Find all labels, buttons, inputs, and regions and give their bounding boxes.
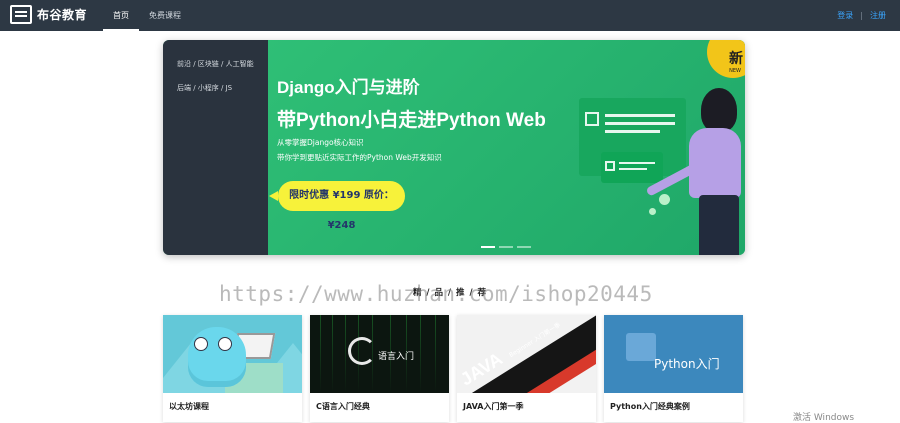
book-icon xyxy=(10,5,32,24)
carousel-indicators xyxy=(481,246,531,248)
thumbnail-text: 语言入门 xyxy=(378,352,415,362)
hero-carousel[interactable]: 前沿 / 区块链 / 人工智能 后端 / 小程序 / JS Django入门与进… xyxy=(163,40,745,255)
decor-dot xyxy=(659,194,670,205)
site-logo[interactable]: 布谷教育 xyxy=(10,5,87,24)
course-thumbnail[interactable]: Python入门 xyxy=(604,315,743,393)
course-thumbnail[interactable]: JAVA Beginner 入门第一季 xyxy=(457,315,596,393)
promo-price-tag: 限时优惠 ¥199 原价：¥248 xyxy=(269,181,405,231)
logo-text: 布谷教育 xyxy=(37,8,88,22)
checkbox-icon xyxy=(585,112,599,126)
decor-dot xyxy=(649,208,656,215)
course-card[interactable]: Python入门 Python入门经典案例 xyxy=(604,315,743,422)
auth-separator: | xyxy=(860,11,863,20)
category-menu-item[interactable]: 后端 / 小程序 / JS xyxy=(163,76,268,100)
course-title[interactable]: JAVA入门第一季 xyxy=(463,401,523,412)
gopher-mascot xyxy=(188,327,246,387)
category-menu-item[interactable]: 前沿 / 区块链 / 人工智能 xyxy=(163,52,268,76)
person-illustration xyxy=(701,88,737,132)
course-title[interactable]: C语言入门经典 xyxy=(316,401,370,412)
course-thumbnail[interactable]: 语言入门 xyxy=(310,315,449,393)
course-title[interactable]: 以太坊课程 xyxy=(169,401,209,412)
register-link[interactable]: 注册 xyxy=(870,0,886,31)
c-letter-icon xyxy=(348,337,376,365)
hero-desc-1: 从零掌握Django核心知识 xyxy=(277,138,364,147)
course-grid: 以太坊课程 语言入门 C语言入门经典 JAVA Beginner 入门第一季 J… xyxy=(163,315,743,422)
course-card[interactable]: 以太坊课程 xyxy=(163,315,302,422)
checkbox-icon xyxy=(605,161,615,171)
course-thumbnail[interactable] xyxy=(163,315,302,393)
nav-item-free-courses[interactable]: 免费课程 xyxy=(139,0,191,31)
new-badge-text: 新 xyxy=(729,51,743,67)
hero-desc-2: 带你学到更贴近实际工作的Python Web开发知识 xyxy=(277,153,442,162)
new-badge-sub: NEW xyxy=(729,68,741,74)
url-watermark: https://www.huzhan.com/ishop20445 xyxy=(219,282,653,306)
auth-links: 登录 | 注册 xyxy=(837,0,886,31)
thumbnail-text: Python入门 xyxy=(654,357,720,371)
top-navbar: 布谷教育 首页 免费课程 登录 | 注册 xyxy=(0,0,900,31)
course-card[interactable]: 语言入门 C语言入门经典 xyxy=(310,315,449,422)
carousel-dot[interactable] xyxy=(499,246,513,248)
carousel-dot[interactable] xyxy=(517,246,531,248)
course-title[interactable]: Python入门经典案例 xyxy=(610,401,690,412)
login-link[interactable]: 登录 xyxy=(837,0,853,31)
python-icon xyxy=(626,333,656,361)
nav-item-home[interactable]: 首页 xyxy=(103,0,139,31)
hero-slide[interactable]: Django入门与进阶 带Python小白走进Python Web 从零掌握Dj… xyxy=(268,40,745,255)
category-menu: 前沿 / 区块链 / 人工智能 后端 / 小程序 / JS xyxy=(163,40,268,255)
hero-subtitle: 带Python小白走进Python Web xyxy=(277,110,546,131)
chat-bubble-illustration xyxy=(601,152,663,183)
main-nav: 首页 免费课程 xyxy=(103,0,191,31)
hero-title: Django入门与进阶 xyxy=(277,78,420,97)
carousel-dot[interactable] xyxy=(481,246,495,248)
course-card[interactable]: JAVA Beginner 入门第一季 JAVA入门第一季 xyxy=(457,315,596,422)
activate-windows-text: 激活 Windows xyxy=(793,413,855,423)
